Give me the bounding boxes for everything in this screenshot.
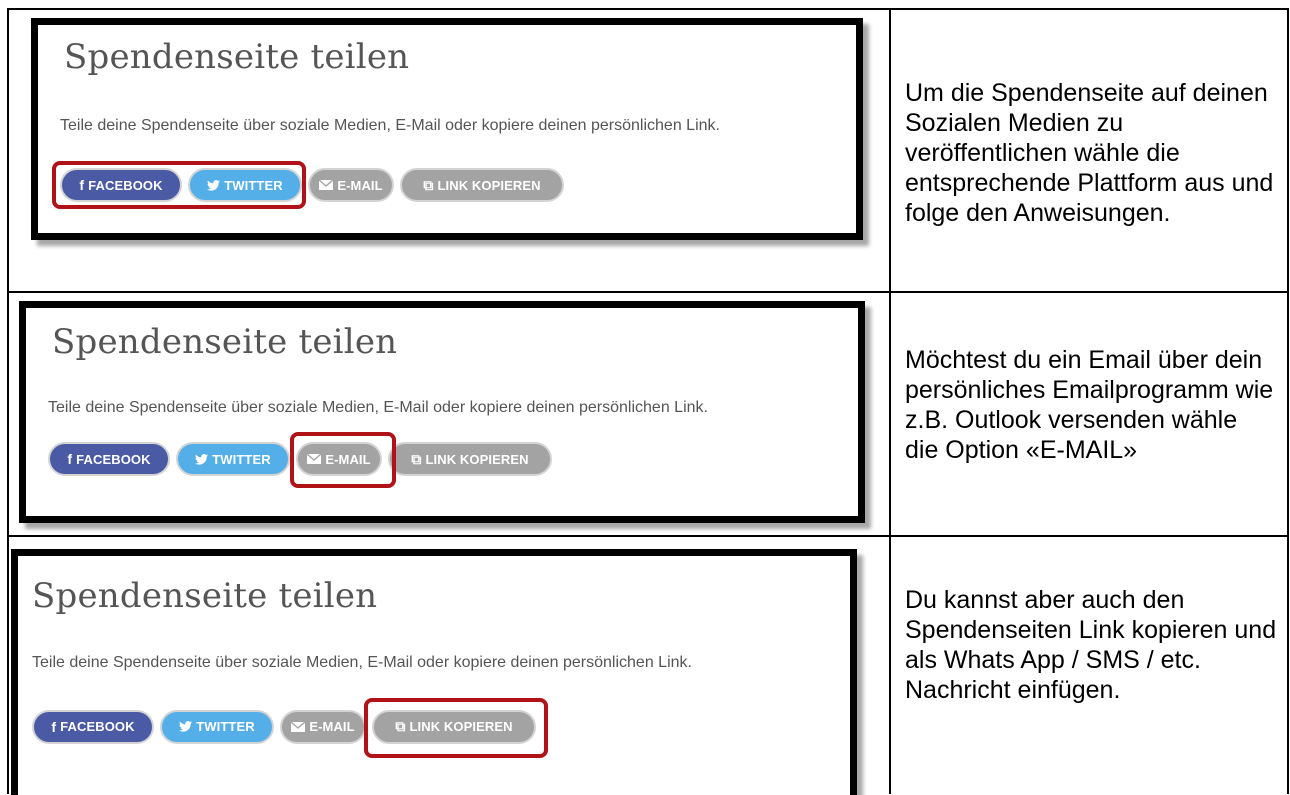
description-text-2: Möchtest du ein Email über dein persönli… (905, 346, 1274, 465)
card-title: Spendenseite teilen (52, 322, 398, 363)
card-subtitle: Teile deine Spendenseite über soziale Me… (48, 399, 708, 417)
twitter-button[interactable]: TWITTER (160, 709, 274, 744)
copy-link-label: LINK KOPIEREN (437, 177, 541, 193)
twitter-button[interactable]: TWITTER (188, 168, 302, 202)
twitter-label: TWITTER (224, 177, 283, 193)
envelope-icon (291, 721, 306, 732)
twitter-icon (195, 453, 209, 465)
description-cell-1: Um die Spendenseite auf deinen Sozialen … (889, 7, 1289, 294)
description-cell-2: Möchtest du ein Email über dein persönli… (889, 291, 1289, 537)
facebook-label: FACEBOOK (88, 177, 163, 193)
copy-link-label: LINK KOPIEREN (409, 719, 513, 735)
card-subtitle: Teile deine Spendenseite über soziale Me… (32, 653, 692, 671)
email-label: E-MAIL (309, 719, 355, 735)
instruction-table: Spendenseite teilen Teile deine Spendens… (7, 7, 1289, 795)
screenshot-cell-3: Spendenseite teilen Teile deine Spendens… (7, 534, 891, 795)
copy-link-button[interactable]: ⧉ LINK KOPIEREN (372, 709, 536, 744)
copy-icon: ⧉ (395, 718, 406, 735)
twitter-label: TWITTER (196, 719, 255, 735)
share-card: Spendenseite teilen Teile deine Spendens… (19, 301, 865, 524)
share-buttons: f FACEBOOK TWITTER E-MAIL ⧉ LINK KOPIERE… (60, 168, 564, 202)
copy-link-button[interactable]: ⧉ LINK KOPIEREN (400, 168, 564, 202)
envelope-icon (319, 180, 334, 190)
email-label: E-MAIL (337, 177, 383, 193)
twitter-button[interactable]: TWITTER (176, 442, 290, 477)
card-title: Spendenseite teilen (32, 575, 378, 616)
screenshot-cell-2: Spendenseite teilen Teile deine Spendens… (7, 291, 891, 537)
twitter-label: TWITTER (212, 451, 271, 467)
card-title: Spendenseite teilen (64, 37, 410, 77)
description-cell-3: Du kannst aber auch den Spendenseiten Li… (889, 534, 1289, 794)
facebook-label: FACEBOOK (60, 719, 135, 735)
email-button[interactable]: E-MAIL (308, 168, 394, 202)
email-button[interactable]: E-MAIL (296, 442, 382, 477)
copy-link-label: LINK KOPIEREN (425, 451, 529, 467)
share-card: Spendenseite teilen Teile deine Spendens… (11, 548, 857, 795)
screenshot-cell-1: Spendenseite teilen Teile deine Spendens… (7, 7, 891, 294)
copy-icon: ⧉ (411, 450, 422, 467)
envelope-icon (307, 454, 322, 465)
facebook-icon: f (67, 451, 73, 468)
twitter-icon (179, 721, 193, 732)
share-card: Spendenseite teilen Teile deine Spendens… (31, 18, 863, 240)
facebook-button[interactable]: f FACEBOOK (48, 442, 170, 477)
facebook-button[interactable]: f FACEBOOK (32, 709, 154, 744)
twitter-icon (207, 179, 221, 191)
copy-icon: ⧉ (423, 176, 434, 193)
facebook-icon: f (79, 177, 85, 193)
facebook-icon: f (51, 718, 57, 735)
facebook-button[interactable]: f FACEBOOK (60, 168, 182, 202)
description-text-3: Du kannst aber auch den Spendenseiten Li… (905, 585, 1277, 704)
card-subtitle: Teile deine Spendenseite über soziale Me… (60, 117, 720, 134)
facebook-label: FACEBOOK (76, 451, 151, 467)
description-text-1: Um die Spendenseite auf deinen Sozialen … (905, 79, 1274, 227)
copy-link-button[interactable]: ⧉ LINK KOPIEREN (388, 442, 552, 477)
email-button[interactable]: E-MAIL (280, 709, 366, 744)
share-buttons: f FACEBOOK TWITTER E-MAIL ⧉ LINK KOPIERE… (32, 709, 536, 744)
email-label: E-MAIL (325, 451, 371, 467)
share-buttons: f FACEBOOK TWITTER E-MAIL ⧉ LINK KOPIERE… (48, 442, 552, 477)
